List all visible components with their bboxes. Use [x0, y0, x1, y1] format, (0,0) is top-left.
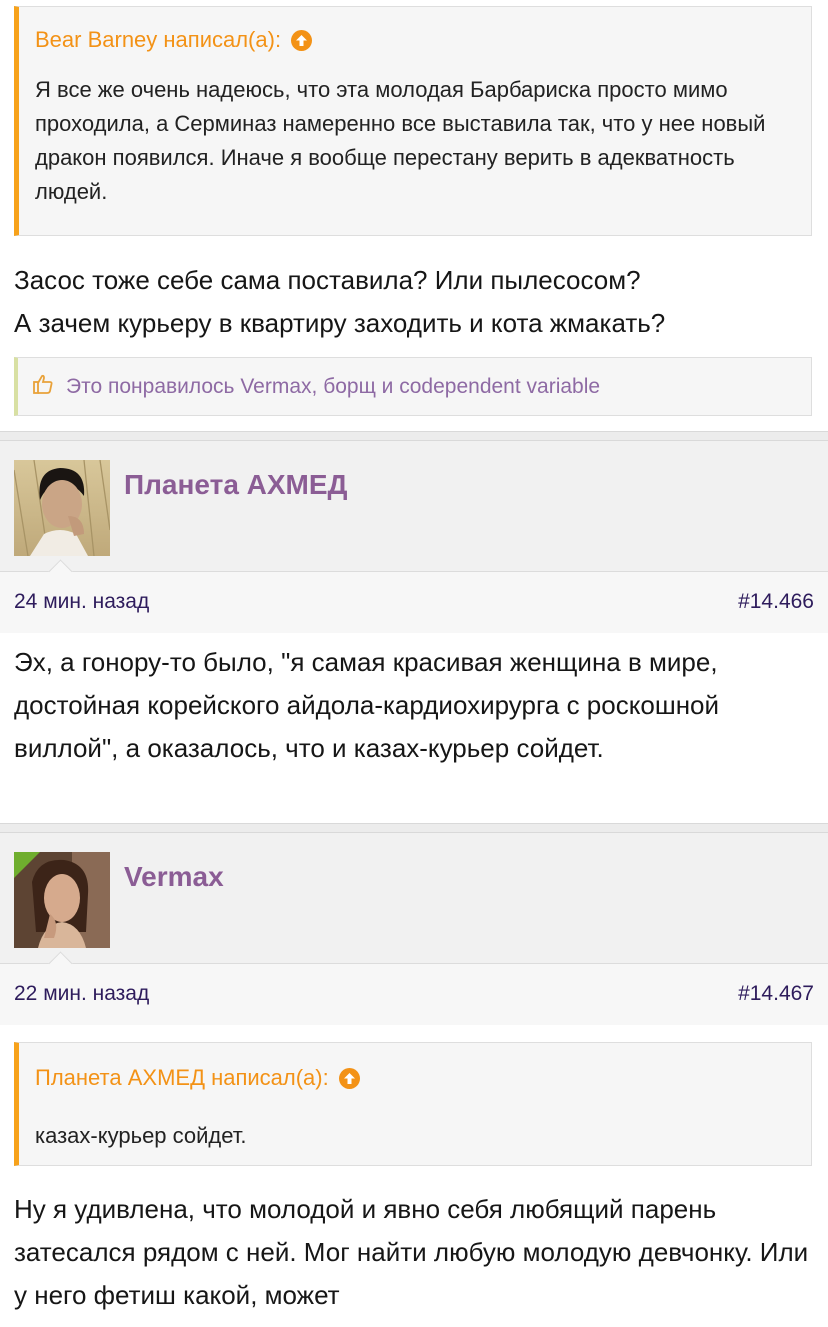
post-message: Эх, а гонору-то было, "я самая красивая … [14, 647, 720, 763]
post-meta-bar: 24 мин. назад #14.466 [0, 559, 828, 633]
post-message: Ну я удивлена, что молодой и явно себя л… [14, 1194, 809, 1310]
author-name[interactable]: Vermax [124, 861, 224, 893]
post-number[interactable]: #14.466 [738, 590, 814, 614]
post-separator [0, 823, 828, 833]
arrow-up-icon[interactable] [291, 29, 313, 51]
post-time[interactable]: 22 мин. назад [14, 982, 149, 1006]
post-number[interactable]: #14.467 [738, 982, 814, 1006]
post-message: Засос тоже себе сама поставила? Или пыле… [14, 259, 814, 345]
quote-text: Я все же очень надеюсь, что эта молодая … [35, 77, 766, 204]
message-line: А зачем курьеру в квартиру заходить и ко… [14, 308, 666, 338]
staff-badge-corner [14, 852, 40, 878]
arrow-up-icon[interactable] [338, 1067, 360, 1089]
quote-block-planeta-ahmed: Планета АХМЕД написал(а): казах-курьер с… [14, 1042, 812, 1166]
quote-author-label: Планета АХМЕД написал(а): [35, 1065, 329, 1090]
quote-author-link[interactable]: Планета АХМЕД написал(а): [35, 1065, 360, 1091]
post-separator [0, 431, 828, 441]
post-author-block: Планета АХМЕД [0, 441, 828, 571]
author-name[interactable]: Планета АХМЕД [124, 469, 348, 501]
thumbs-up-icon [32, 373, 54, 401]
likes-text[interactable]: Это понравилось Vermax, борщ и codepende… [66, 375, 600, 399]
likes-bar: Это понравилось Vermax, борщ и codepende… [14, 357, 812, 416]
post-meta-bar: 22 мин. назад #14.467 [0, 951, 828, 1025]
quote-author-link[interactable]: Bear Barney написал(а): [35, 27, 313, 53]
post-author-block: Vermax [0, 833, 828, 963]
avatar[interactable] [14, 460, 110, 556]
quote-block-bear-barney: Bear Barney написал(а): Я все же очень н… [14, 6, 812, 236]
post-time[interactable]: 24 мин. назад [14, 590, 149, 614]
quote-text: казах-курьер сойдет. [35, 1123, 247, 1148]
quote-author-label: Bear Barney написал(а): [35, 27, 282, 52]
message-line: Засос тоже себе сама поставила? Или пыле… [14, 265, 641, 295]
